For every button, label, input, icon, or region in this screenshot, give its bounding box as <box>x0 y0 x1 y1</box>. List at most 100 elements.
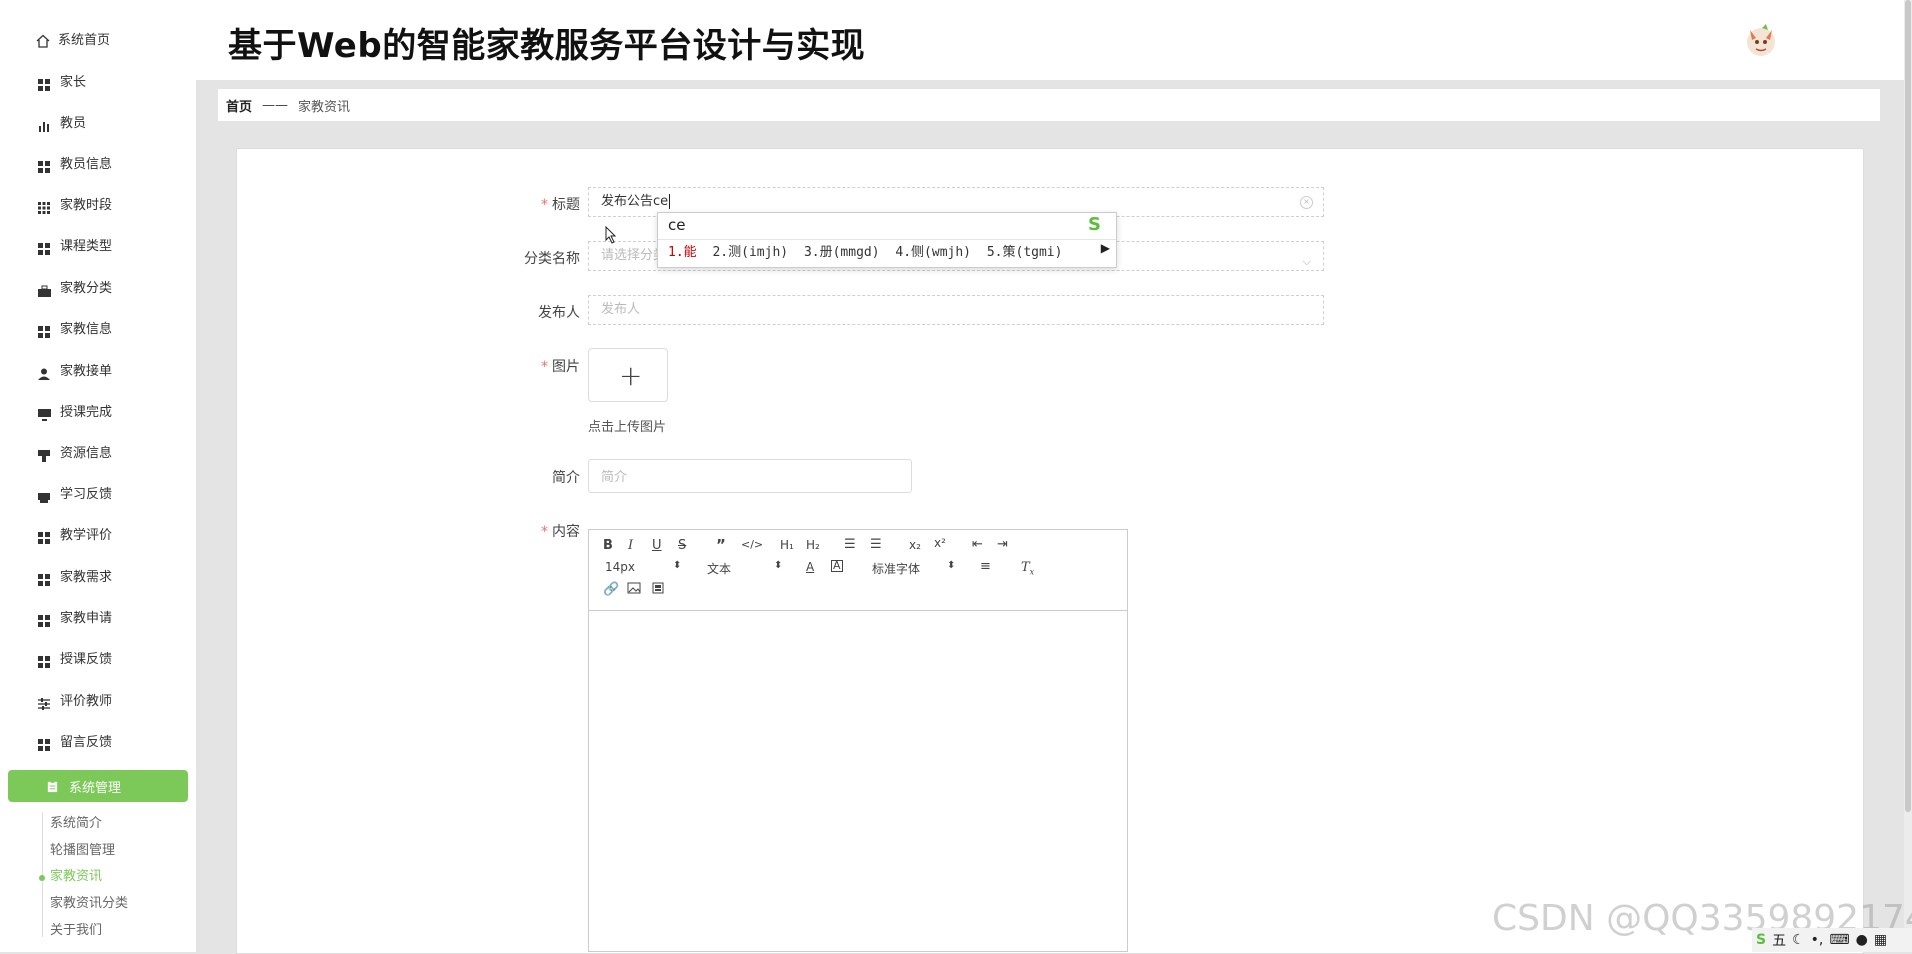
sidebar-item-label: 家长 <box>60 75 87 90</box>
monitor-icon <box>38 406 52 421</box>
image-upload-button[interactable]: + <box>588 348 668 402</box>
sidebar-item-label: 系统管理 <box>69 780 122 796</box>
page-scrollbar[interactable] <box>1904 0 1912 952</box>
font-color-icon[interactable]: A <box>806 560 814 574</box>
sidebar-item-label: 家教信息 <box>60 322 113 337</box>
font-family-arrows-icon: ⬍ <box>947 560 956 571</box>
ime-candidate[interactable]: 1.能 <box>668 245 697 260</box>
user-icon <box>38 365 52 380</box>
submenu-item-intro[interactable]: 系统简介 <box>50 814 102 834</box>
printer-icon <box>38 488 52 503</box>
indent-icon[interactable]: ⇥ <box>997 537 1008 552</box>
sidebar-item-10[interactable]: 资源信息 <box>38 442 112 466</box>
video-icon[interactable] <box>652 582 664 598</box>
avatar[interactable] <box>1742 22 1780 60</box>
grid-icon <box>38 653 52 668</box>
sidebar-item-label: 家教分类 <box>60 281 113 296</box>
sidebar-item-4[interactable]: 家教时段 <box>38 194 112 218</box>
sidebar-item-system-management[interactable]: 系统管理 <box>8 770 188 802</box>
home-icon <box>36 34 50 48</box>
sidebar-item-label: 授课完成 <box>60 405 113 420</box>
image-icon[interactable] <box>627 582 641 598</box>
sidebar-item-15[interactable]: 授课反馈 <box>38 648 112 672</box>
ime-next-page-icon[interactable]: ▶ <box>1101 241 1110 255</box>
sidebar-item-2[interactable]: 教员 <box>38 112 86 136</box>
intro-textarea[interactable]: 简介 <box>588 459 912 493</box>
sidebar-item-1[interactable]: 家长 <box>38 71 86 95</box>
ordered-list-icon[interactable]: ☰ <box>844 537 856 552</box>
ime-candidate[interactable]: 2.测(imjh) <box>712 245 788 260</box>
submenu-item-news-category[interactable]: 家教资讯分类 <box>50 894 128 914</box>
breadcrumb-separator: —— <box>262 97 289 113</box>
sidebar-item-3[interactable]: 教员信息 <box>38 153 112 177</box>
rich-text-editor[interactable]: B I U S ” </> H₁ H₂ ☰ ☰ x₂ x² ⇤ ⇥ 14px ⬍… <box>588 529 1128 952</box>
bullet-list-icon[interactable]: ☰ <box>870 537 882 552</box>
h1-icon[interactable]: H₁ <box>780 538 794 552</box>
sidebar-item-label: 课程类型 <box>60 239 113 254</box>
outdent-icon[interactable]: ⇤ <box>972 537 983 552</box>
grid-icon <box>38 323 52 338</box>
sidebar-item-14[interactable]: 家教申请 <box>38 607 112 631</box>
sidebar-item-9[interactable]: 授课完成 <box>38 401 112 425</box>
grid-icon <box>38 571 52 586</box>
sidebar-item-label: 授课反馈 <box>60 652 113 667</box>
page-title: 基于Web的智能家教服务平台设计与实现 <box>228 26 866 66</box>
scrollbar-thumb[interactable] <box>1905 0 1911 812</box>
image-label: * 图片 <box>541 359 580 375</box>
sidebar-item-5[interactable]: 课程类型 <box>38 235 112 259</box>
code-icon[interactable]: </> <box>741 538 763 551</box>
sidebar-item-label: 系统首页 <box>58 33 111 48</box>
link-icon[interactable]: 🔗 <box>603 582 619 597</box>
clear-icon[interactable]: × <box>1300 196 1313 209</box>
sidebar-item-11[interactable]: 学习反馈 <box>38 483 112 507</box>
superscript-icon[interactable]: x² <box>934 536 946 550</box>
publisher-label: 发布人 <box>538 305 580 321</box>
submenu-item-news[interactable]: 家教资讯 <box>50 867 102 887</box>
moon-icon: ☾ <box>1792 932 1805 948</box>
block-type-arrows-icon: ⬍ <box>774 560 783 571</box>
ime-candidate-popup[interactable]: ce S 1.能 2.测(imjh) 3.册(mmgd) 4.侧(wmjh) 5… <box>657 212 1117 268</box>
publisher-input[interactable]: 发布人 <box>588 295 1324 325</box>
sidebar-item-label: 家教需求 <box>60 570 113 585</box>
ime-status-bar[interactable]: S 五 ☾ •, ⌨ ● ▦ <box>1752 928 1912 952</box>
quote-icon[interactable]: ” <box>716 536 726 554</box>
sidebar-item-6[interactable]: 家教分类 <box>38 277 112 301</box>
sidebar-item-7[interactable]: 家教信息 <box>38 318 112 342</box>
sidebar-item-17[interactable]: 留言反馈 <box>38 731 112 755</box>
submenu-item-about[interactable]: 关于我们 <box>50 921 102 941</box>
background-color-icon[interactable]: A <box>831 560 843 572</box>
ime-candidate[interactable]: 3.册(mmgd) <box>804 245 880 260</box>
ime-candidates: 1.能 2.测(imjh) 3.册(mmgd) 4.侧(wmjh) 5.策(tg… <box>658 239 1116 265</box>
bold-icon[interactable]: B <box>603 538 613 553</box>
underline-icon[interactable]: U <box>652 538 662 553</box>
grid-icon <box>38 612 52 627</box>
ime-candidate[interactable]: 5.策(tgmi) <box>987 245 1063 260</box>
sidebar-item-16[interactable]: 评价教师 <box>38 690 112 714</box>
font-family-select[interactable]: 标准字体 <box>872 560 920 577</box>
sidebar-item-13[interactable]: 家教需求 <box>38 566 112 590</box>
align-icon[interactable]: ≡ <box>980 559 991 574</box>
block-type-select[interactable]: 文本 <box>707 560 731 577</box>
upload-hint: 点击上传图片 <box>588 420 667 435</box>
italic-icon[interactable]: I <box>628 538 633 553</box>
grid-icon <box>38 76 52 91</box>
intro-label: 简介 <box>552 470 580 486</box>
sogou-tray-icon: S <box>1756 932 1767 948</box>
submenu-item-carousel[interactable]: 轮播图管理 <box>50 841 115 861</box>
breadcrumb-home[interactable]: 首页 <box>226 96 252 115</box>
sidebar-item-home[interactable]: 系统首页 <box>36 29 110 53</box>
h2-icon[interactable]: H₂ <box>806 538 820 552</box>
bar-chart-icon <box>38 117 52 132</box>
sidebar-item-12[interactable]: 教学评价 <box>38 524 112 548</box>
sliders-icon <box>38 695 52 710</box>
strike-icon[interactable]: S <box>678 538 686 553</box>
ime-candidate[interactable]: 4.侧(wmjh) <box>895 245 971 260</box>
content-label: * 内容 <box>541 524 580 540</box>
sidebar-item-label: 教员 <box>60 116 87 131</box>
sidebar-item-label: 家教时段 <box>60 198 113 213</box>
subscript-icon[interactable]: x₂ <box>909 538 921 552</box>
clear-format-icon[interactable]: Tx <box>1021 560 1034 577</box>
font-size-select[interactable]: 14px <box>605 560 635 574</box>
sidebar-item-8[interactable]: 家教接单 <box>38 360 112 384</box>
ime-composition: ce <box>668 216 686 234</box>
